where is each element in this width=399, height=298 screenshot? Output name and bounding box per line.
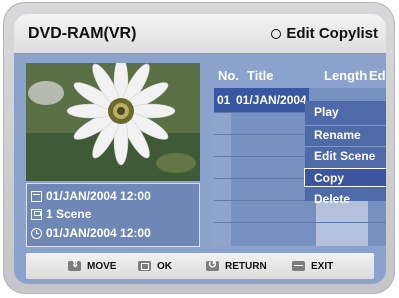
return-key-icon bbox=[206, 258, 219, 271]
col-header-title: Title bbox=[247, 68, 274, 83]
exit-key-icon bbox=[292, 261, 305, 271]
exit-hint[interactable]: EXIT bbox=[292, 259, 333, 273]
col-header-length: Length bbox=[324, 68, 368, 83]
header-bar: DVD-RAM(VR) Edit Copylist bbox=[14, 14, 386, 54]
info-time: 01/JAN/2004 12:00 bbox=[46, 226, 151, 240]
move-key-icon bbox=[68, 259, 81, 271]
info-time-row: 01/JAN/2004 12:00 bbox=[31, 225, 151, 241]
title-info-panel: 01/JAN/2004 12:00 1 Scene 01/JAN/2004 12… bbox=[26, 183, 200, 247]
flower-image bbox=[26, 63, 200, 181]
scene-icon bbox=[31, 208, 42, 220]
exit-label: EXIT bbox=[311, 260, 334, 272]
ok-label: OK bbox=[157, 260, 172, 272]
menu-item-delete[interactable]: Delete bbox=[305, 190, 386, 209]
thumbnail-preview bbox=[26, 63, 200, 181]
menu-item-rename[interactable]: Rename bbox=[305, 126, 386, 145]
menu-item-copy[interactable]: Copy bbox=[304, 168, 386, 187]
mode-label: Edit Copylist bbox=[271, 25, 378, 42]
move-label: MOVE bbox=[87, 260, 117, 272]
row-title: 01/JAN/2004 12:00 bbox=[236, 93, 309, 107]
menu-item-edit-scene[interactable]: Edit Scene bbox=[305, 147, 386, 166]
clock-icon bbox=[31, 227, 42, 239]
disc-type-title: DVD-RAM(VR) bbox=[28, 25, 137, 42]
row-number: 01 bbox=[217, 93, 231, 107]
list-item-selected[interactable]: 01 01/JAN/2004 12:00 bbox=[214, 88, 309, 112]
info-date: 01/JAN/2004 12:00 bbox=[46, 189, 151, 203]
return-hint[interactable]: RETURN bbox=[206, 258, 267, 273]
col-header-no: No. bbox=[218, 68, 239, 83]
col-header-edit: Edit bbox=[369, 68, 386, 83]
row-divider bbox=[214, 222, 386, 223]
footer-help-bar: MOVE OK RETURN EXIT bbox=[26, 253, 374, 279]
osd-screen: DVD-RAM(VR) Edit Copylist 01/JAN/2004 12… bbox=[14, 14, 386, 284]
ok-key-icon bbox=[138, 261, 151, 271]
info-date-row: 01/JAN/2004 12:00 bbox=[31, 188, 151, 204]
info-scenes: 1 Scene bbox=[46, 207, 92, 221]
edit-popup-menu: Play Rename Edit Scene Copy Delete bbox=[304, 101, 386, 206]
return-label: RETURN bbox=[225, 260, 267, 272]
circle-icon bbox=[271, 28, 282, 39]
menu-item-play[interactable]: Play bbox=[305, 103, 386, 122]
move-hint[interactable]: MOVE bbox=[68, 259, 116, 273]
mode-text: Edit Copylist bbox=[286, 25, 378, 42]
info-scenes-row: 1 Scene bbox=[31, 206, 91, 222]
calendar-icon bbox=[31, 190, 42, 202]
ok-hint[interactable]: OK bbox=[138, 259, 172, 273]
